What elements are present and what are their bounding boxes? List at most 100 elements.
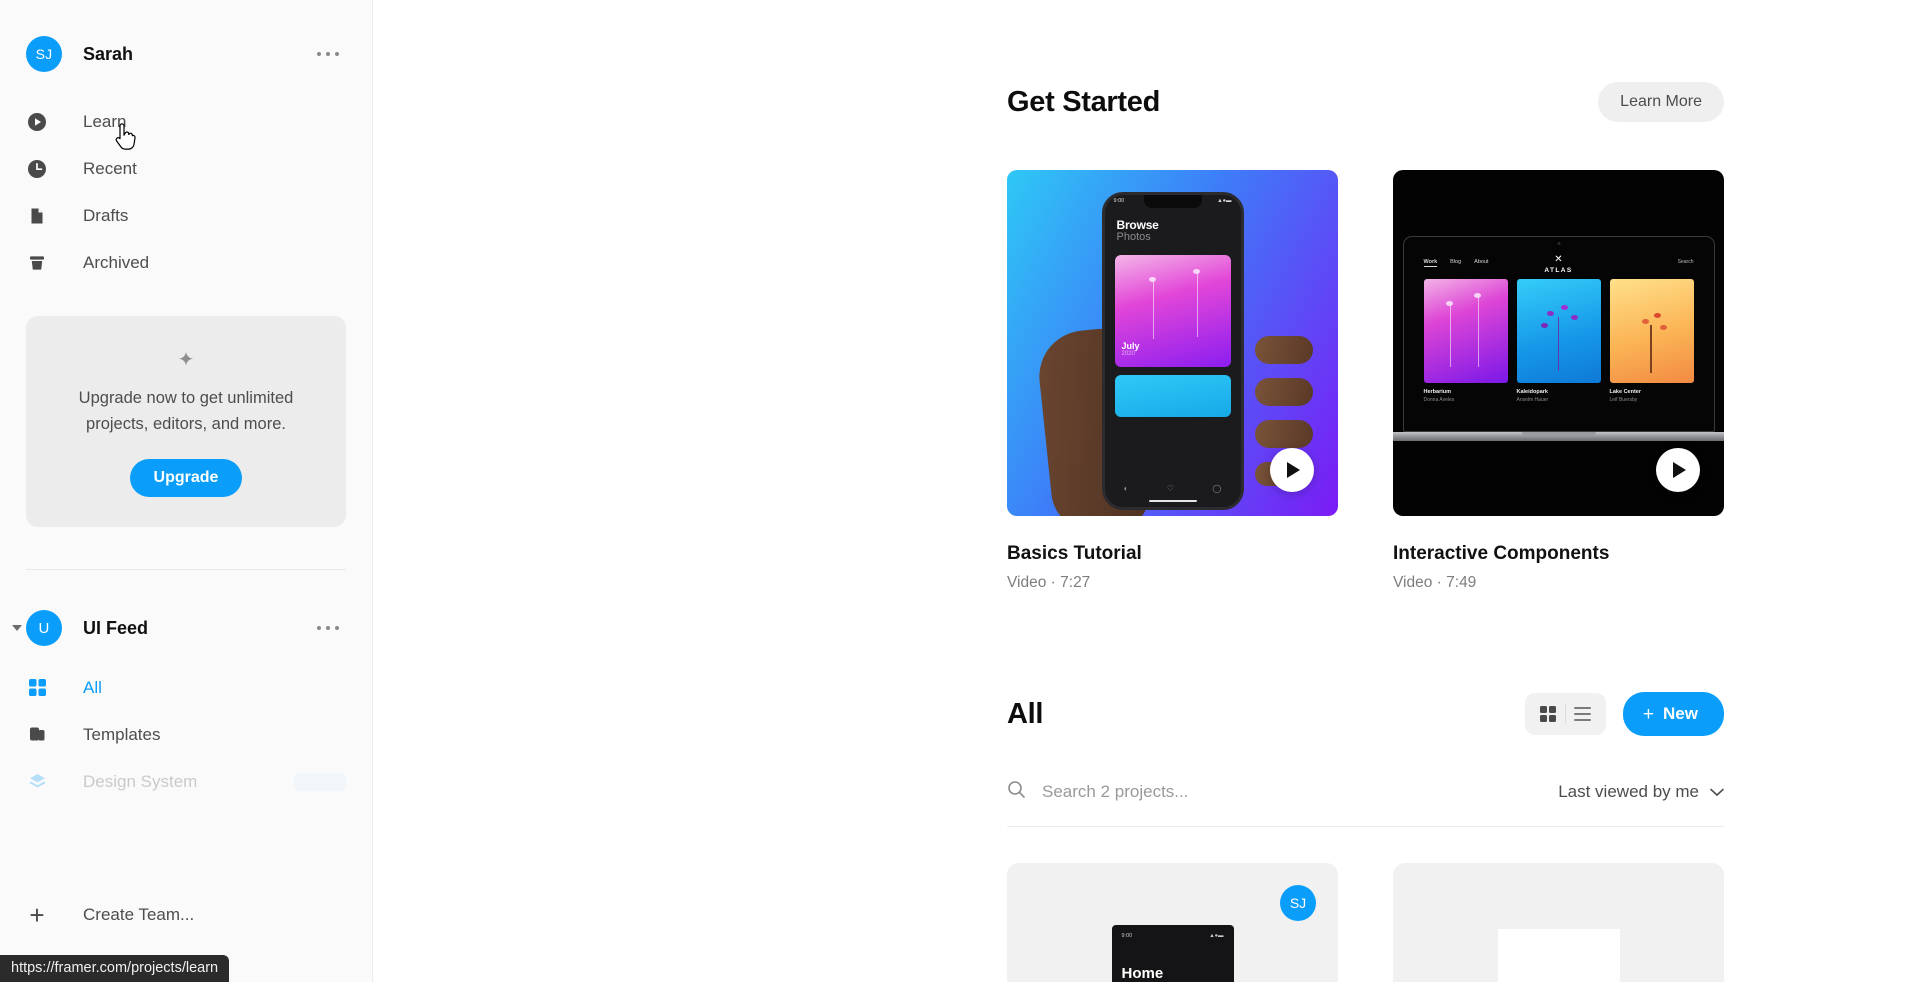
phone-status-time: 9:00 bbox=[1113, 198, 1125, 204]
clock-icon bbox=[26, 158, 48, 180]
phone-title-secondary: Photos bbox=[1116, 231, 1151, 243]
layers-icon bbox=[26, 771, 48, 793]
laptop-nav-link: About bbox=[1474, 259, 1489, 265]
get-started-header: Get Started Learn More bbox=[1007, 0, 1724, 122]
laptop-card: Lake Center Leif Buersby bbox=[1609, 279, 1694, 403]
preview-time: 9:00 bbox=[1121, 933, 1133, 939]
create-team-label: Create Team... bbox=[83, 904, 195, 924]
sidebar-item-archived[interactable]: Archived bbox=[0, 239, 372, 286]
page-title: Get Started bbox=[1007, 85, 1161, 118]
phone-photo-card: July 2020 bbox=[1114, 255, 1231, 367]
team-nav: All Templates Design System bbox=[0, 664, 372, 805]
sidebar-item-label: Learn bbox=[83, 111, 127, 131]
sidebar-item-label: Drafts bbox=[83, 205, 129, 225]
sidebar-item-label: Design System bbox=[83, 771, 198, 791]
sidebar-item-design-system[interactable]: Design System bbox=[0, 758, 372, 805]
upgrade-card: ✦ Upgrade now to get unlimited projects,… bbox=[26, 316, 346, 528]
grid-view-icon[interactable] bbox=[1531, 699, 1565, 729]
team-menu-button[interactable] bbox=[314, 617, 342, 639]
project-card[interactable] bbox=[1393, 863, 1724, 982]
sidebar-item-label: Recent bbox=[83, 158, 137, 178]
all-section-header: All + New bbox=[1007, 692, 1724, 736]
project-preview: 9:00 ▲●▬ Home bbox=[1111, 925, 1234, 982]
video-grid: 9:00 ▲●▬ Browse Photos July 2020 ◐ ♡ ◯ B… bbox=[1007, 170, 1724, 592]
sidebar: SJ Sarah Learn Recent Drafts Archived ✦ … bbox=[0, 0, 373, 982]
laptop-brand: ATLAS bbox=[1544, 267, 1573, 274]
preview-status-icons: ▲●▬ bbox=[1209, 933, 1224, 939]
laptop-mockup: Work Blog About ✕ ATLAS Search Herbarium… bbox=[1393, 236, 1724, 441]
team-header[interactable]: U UI Feed bbox=[12, 606, 346, 650]
sidebar-item-all[interactable]: All bbox=[0, 664, 372, 711]
sidebar-item-learn[interactable]: Learn bbox=[0, 98, 372, 145]
document-icon bbox=[26, 205, 48, 227]
create-team-button[interactable]: + Create Team... bbox=[0, 891, 372, 938]
archive-box-icon bbox=[26, 252, 48, 274]
templates-icon bbox=[26, 724, 48, 746]
status-badge bbox=[294, 772, 346, 791]
video-thumbnail[interactable]: Work Blog About ✕ ATLAS Search Herbarium… bbox=[1393, 170, 1724, 516]
all-section-actions: + New bbox=[1524, 692, 1724, 736]
laptop-card-title: Lake Center bbox=[1609, 389, 1642, 395]
phone-status-icons: ▲●▬ bbox=[1217, 198, 1232, 204]
phone-tabbar: ◐ ♡ ◯ bbox=[1123, 484, 1222, 493]
sidebar-scroll-fade bbox=[0, 856, 371, 892]
learn-more-button[interactable]: Learn More bbox=[1598, 82, 1724, 122]
plus-icon: + bbox=[29, 899, 45, 930]
laptop-card-title: Kaleidopark bbox=[1516, 389, 1548, 395]
user-account-header[interactable]: SJ Sarah bbox=[26, 32, 346, 76]
laptop-nav-link: Work bbox=[1423, 259, 1438, 267]
projects-grid: SJ 9:00 ▲●▬ Home bbox=[1007, 863, 1724, 982]
phone-home-indicator bbox=[1148, 499, 1197, 502]
search-input[interactable] bbox=[1042, 782, 1462, 802]
team-name: UI Feed bbox=[83, 617, 149, 638]
user-menu-button[interactable] bbox=[314, 43, 342, 65]
search-container bbox=[1007, 780, 1558, 804]
phone-card-month: July bbox=[1121, 341, 1140, 351]
sidebar-item-label: Archived bbox=[83, 252, 150, 272]
phone-title-primary: Browse bbox=[1116, 218, 1159, 232]
sidebar-item-templates[interactable]: Templates bbox=[0, 711, 372, 758]
play-icon[interactable] bbox=[1656, 448, 1700, 492]
video-title: Basics Tutorial bbox=[1007, 543, 1142, 564]
user-name: Sarah bbox=[83, 43, 134, 64]
new-button-label: New bbox=[1663, 704, 1698, 723]
grid-icon bbox=[26, 677, 48, 699]
close-icon: ✕ bbox=[1554, 254, 1563, 265]
sort-dropdown[interactable]: Last viewed by me bbox=[1558, 782, 1724, 802]
video-card-interactive-components[interactable]: Work Blog About ✕ ATLAS Search Herbarium… bbox=[1393, 170, 1724, 592]
laptop-nav-link: Blog bbox=[1450, 259, 1462, 265]
video-card-basics-tutorial[interactable]: 9:00 ▲●▬ Browse Photos July 2020 ◐ ♡ ◯ B… bbox=[1007, 170, 1338, 592]
chevron-down-icon[interactable] bbox=[12, 625, 22, 632]
sidebar-item-recent[interactable]: Recent bbox=[0, 145, 372, 192]
search-icon: Search bbox=[1677, 259, 1694, 265]
primary-nav: Learn Recent Drafts Archived bbox=[0, 98, 372, 286]
video-thumbnail[interactable]: 9:00 ▲●▬ Browse Photos July 2020 ◐ ♡ ◯ bbox=[1007, 170, 1338, 516]
content-column: Get Started Learn More 9:00 ▲●▬ Browse P… bbox=[1007, 0, 1724, 982]
play-circle-icon bbox=[26, 111, 48, 133]
sidebar-item-label: Templates bbox=[83, 724, 161, 744]
project-preview bbox=[1497, 929, 1620, 982]
phone-card-year: 2020 bbox=[1121, 351, 1135, 357]
video-title: Interactive Components bbox=[1393, 543, 1610, 564]
chevron-down-icon bbox=[1710, 782, 1724, 802]
list-view-icon[interactable] bbox=[1566, 699, 1600, 729]
team-avatar: U bbox=[26, 610, 62, 647]
avatar: SJ bbox=[1280, 885, 1316, 921]
search-icon bbox=[1007, 780, 1026, 804]
upgrade-text: Upgrade now to get unlimited projects, e… bbox=[78, 389, 294, 433]
upgrade-button[interactable]: Upgrade bbox=[129, 459, 243, 498]
all-section-title: All bbox=[1007, 697, 1044, 730]
new-project-button[interactable]: + New bbox=[1622, 692, 1724, 736]
phone-photo-card-2 bbox=[1114, 375, 1231, 417]
sidebar-item-drafts[interactable]: Drafts bbox=[0, 192, 372, 239]
play-icon[interactable] bbox=[1270, 448, 1314, 492]
phone-mockup: 9:00 ▲●▬ Browse Photos July 2020 ◐ ♡ ◯ bbox=[1101, 192, 1244, 510]
plus-icon: + bbox=[1642, 703, 1655, 725]
main-content: Get Started Learn More 9:00 ▲●▬ Browse P… bbox=[373, 0, 1920, 982]
status-bar-url: https://framer.com/projects/learn bbox=[0, 955, 230, 982]
project-card[interactable]: SJ 9:00 ▲●▬ Home bbox=[1007, 863, 1338, 982]
sort-label: Last viewed by me bbox=[1558, 782, 1699, 801]
avatar: SJ bbox=[26, 36, 62, 72]
laptop-card: Kaleidopark Anselm Hauer bbox=[1516, 279, 1601, 403]
search-row: Last viewed by me bbox=[1007, 780, 1724, 827]
